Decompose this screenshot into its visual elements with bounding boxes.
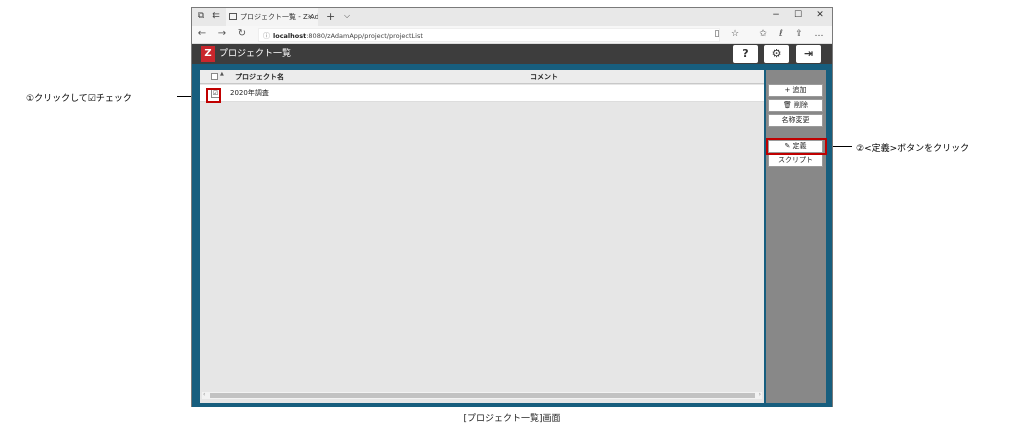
tabs-aside-icon[interactable]: ⇇ [210,11,222,22]
script-button[interactable]: スクリプト [768,154,823,167]
list-header: ▲ プロジェクト名 コメント [200,70,764,84]
column-project-name[interactable]: プロジェクト名 [235,70,284,84]
annotation-step2: ②<定義>ボタンをクリック [856,144,970,154]
scroll-right-icon[interactable]: › [759,391,761,398]
close-window-button[interactable]: ✕ [812,10,828,20]
favorite-icon[interactable]: ☆ [728,29,742,39]
annotation-step1: ①クリックして☑チェック [26,94,132,104]
action-panel: + 追加 🗑 削除 名称変更 ✎ 定義 スクリプト [766,70,826,403]
url-host: localhost [273,32,307,40]
column-comment[interactable]: コメント [530,70,558,84]
tab-dropdown-icon[interactable]: ⌵ [344,11,350,21]
delete-button[interactable]: 🗑 削除 [768,99,823,112]
select-all-checkbox[interactable] [211,73,218,80]
browser-tabbar: ⧉ ⇇ プロジェクト一覧 - Z-Adar × + ⌵ − ☐ ✕ [192,8,832,26]
tab-title: プロジェクト一覧 - Z-Adar [240,13,318,21]
browser-tab[interactable]: プロジェクト一覧 - Z-Adar × [226,8,318,26]
page-icon [229,13,237,20]
ink-icon[interactable]: ℓ [774,29,788,39]
app-body: ▲ プロジェクト名 コメント ☑ 2020年調査 ‹ › + 追加 🗑 削除 名… [192,64,832,407]
more-icon[interactable]: … [812,29,826,39]
new-tab-icon[interactable]: + [326,10,335,23]
scroll-thumb[interactable] [210,393,755,398]
add-button[interactable]: + 追加 [768,84,823,97]
logout-button[interactable]: ⇥ [796,45,821,63]
row-project-name: 2020年調査 [230,89,269,97]
browser-window: ⧉ ⇇ プロジェクト一覧 - Z-Adar × + ⌵ − ☐ ✕ ← → ↻ … [191,7,833,407]
page: ①クリックして☑チェック ②<定義>ボタンをクリック ⧉ ⇇ プロジェクト一覧 … [0,0,1024,440]
forward-icon[interactable]: → [216,28,228,39]
figure-caption: [プロジェクト一覧]画面 [463,414,561,424]
url-path: :8080/zAdamApp/project/projectList [306,32,423,40]
browser-addressbar: ← → ↻ ⓘ localhost:8080/zAdamApp/project/… [192,26,832,44]
settings-button[interactable]: ⚙ [764,45,789,63]
refresh-icon[interactable]: ↻ [236,28,248,39]
scroll-left-icon[interactable]: ‹ [203,391,205,398]
project-list: ▲ プロジェクト名 コメント ☑ 2020年調査 ‹ › [200,70,764,403]
maximize-button[interactable]: ☐ [790,10,806,20]
help-button[interactable]: ? [733,45,758,63]
site-info-icon[interactable]: ⓘ [263,29,270,43]
horizontal-scrollbar[interactable]: ‹ › [202,391,762,399]
minimize-button[interactable]: − [768,10,784,20]
reading-view-icon[interactable]: ▯ [710,29,724,39]
highlight-row-checkbox [206,88,221,103]
sort-icon[interactable]: ▲ [220,71,224,77]
table-row[interactable]: ☑ 2020年調査 [200,85,764,102]
page-title: プロジェクト一覧 [219,49,292,59]
url-field[interactable]: ⓘ localhost:8080/zAdamApp/project/projec… [258,28,720,42]
highlight-define-button [766,138,827,155]
rename-button[interactable]: 名称変更 [768,114,823,127]
tab-close-icon[interactable]: × [307,8,314,26]
app-header: Z プロジェクト一覧 ? ⚙ ⇥ [192,44,832,64]
share-icon[interactable]: ⇪ [792,29,806,39]
back-icon[interactable]: ← [196,28,208,39]
app-logo: Z [201,46,215,62]
tab-actions-icon[interactable]: ⧉ [195,11,207,22]
favorites-bar-icon[interactable]: ✩ [756,29,770,39]
